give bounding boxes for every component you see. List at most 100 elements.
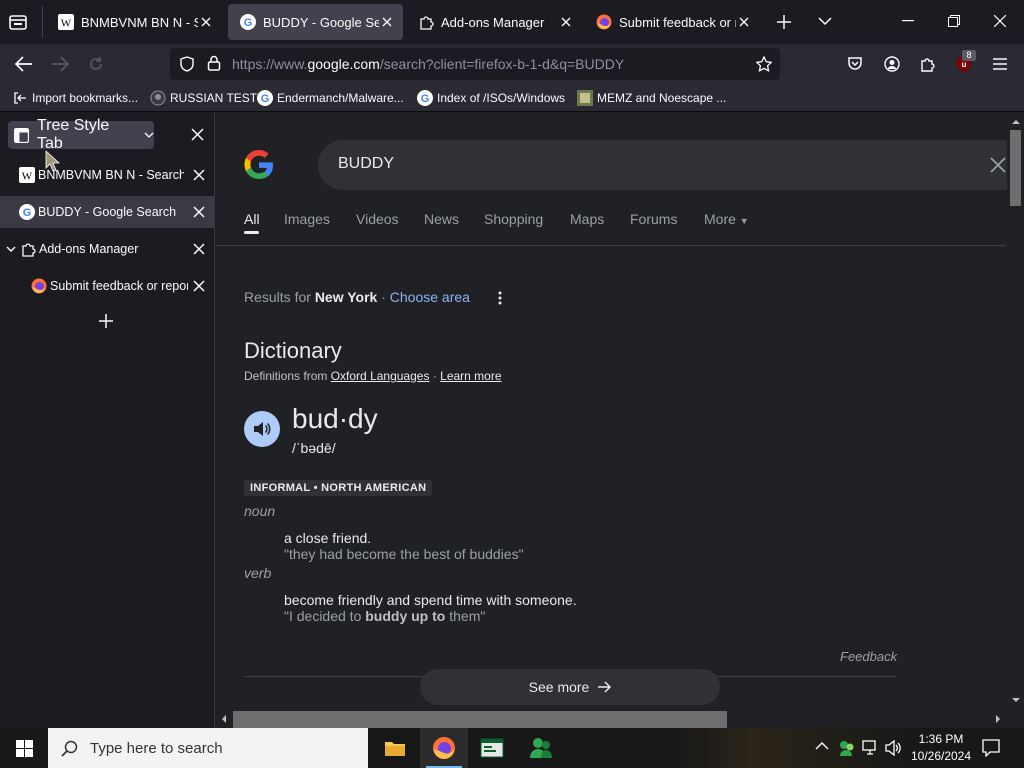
people-app-icon[interactable] xyxy=(517,728,565,768)
tab-title: BNMBVNM BN N - Sea xyxy=(81,14,198,30)
forward-arrow-icon[interactable] xyxy=(51,56,69,72)
vertical-scroll-thumb[interactable] xyxy=(1010,130,1021,206)
bookmark-import[interactable]: Import bookmarks... xyxy=(12,90,138,106)
minimize-icon[interactable] xyxy=(902,20,914,22)
tab-news[interactable]: News xyxy=(424,211,459,227)
close-icon[interactable] xyxy=(198,14,214,30)
sidebar-icon xyxy=(14,127,29,143)
feedback-link[interactable]: Feedback xyxy=(840,649,897,664)
tree-tab-wikipedia[interactable]: W BNMBVNM BN N - Search re xyxy=(0,159,214,191)
register-label: INFORMAL • NORTH AMERICAN xyxy=(244,480,433,496)
horizontal-scrollbar[interactable] xyxy=(216,711,1024,728)
example-sentence: "I decided to buddy up to them" xyxy=(284,608,485,624)
window-close-icon[interactable] xyxy=(994,15,1006,27)
extensions-puzzle-icon[interactable] xyxy=(920,56,936,72)
tree-tab-submit-feedback[interactable]: Submit feedback or report xyxy=(0,270,214,302)
tab-submit-feedback[interactable]: Submit feedback or rep xyxy=(584,4,760,40)
sidebar-close-icon[interactable] xyxy=(191,128,204,141)
sidebar-switcher[interactable]: Tree Style Tab xyxy=(8,117,154,152)
taskbar-clock[interactable]: 1:36 PM 10/26/2024 xyxy=(906,731,976,765)
see-more-button[interactable]: See more xyxy=(420,669,720,705)
oxford-languages-link[interactable]: Oxford Languages xyxy=(331,369,430,383)
search-query[interactable]: BUDDY xyxy=(338,155,394,173)
tree-tab-addons-manager[interactable]: Add-ons Manager xyxy=(0,233,214,265)
notifications-icon[interactable] xyxy=(982,739,1000,757)
tab-wikipedia[interactable]: W BNMBVNM BN N - Sea xyxy=(46,4,222,40)
bookmark-label: Import bookmarks... xyxy=(32,91,139,105)
hamburger-menu-icon[interactable] xyxy=(992,57,1008,71)
scroll-up-arrow-icon[interactable] xyxy=(1012,119,1020,124)
wikipedia-icon: W xyxy=(19,167,35,183)
tab-forums[interactable]: Forums xyxy=(630,211,677,227)
new-tab-plus-icon[interactable] xyxy=(98,313,114,329)
horizontal-scroll-thumb[interactable] xyxy=(233,711,727,728)
network-icon[interactable] xyxy=(862,740,880,756)
taskbar-search-box[interactable]: Type here to search xyxy=(48,728,368,768)
bookmark-star-icon[interactable] xyxy=(756,56,772,72)
firefox-view-icon[interactable] xyxy=(8,12,28,32)
app-window-icon[interactable] xyxy=(468,728,516,768)
tab-all[interactable]: All xyxy=(244,211,260,227)
close-icon[interactable] xyxy=(192,242,206,256)
restore-icon[interactable] xyxy=(948,15,960,27)
tab-google-search[interactable]: G BUDDY - Google Search xyxy=(228,4,403,40)
close-icon[interactable] xyxy=(192,279,206,293)
new-tab-icon[interactable] xyxy=(776,14,792,30)
ublock-origin-icon[interactable]: u 8 xyxy=(955,50,976,73)
close-icon[interactable] xyxy=(379,14,395,30)
close-icon[interactable] xyxy=(192,168,206,182)
back-arrow-icon[interactable] xyxy=(15,56,33,72)
lock-icon[interactable] xyxy=(207,55,221,71)
reload-icon[interactable] xyxy=(88,56,104,72)
scroll-down-arrow-icon[interactable] xyxy=(1012,698,1020,703)
example-bold: buddy up to xyxy=(365,608,446,624)
pocket-icon[interactable] xyxy=(847,56,863,72)
bookmark-endermanch[interactable]: G Endermanch/Malware... xyxy=(257,90,404,106)
sidebar-title: Tree Style Tab xyxy=(37,117,110,152)
pronunciation-button[interactable] xyxy=(244,411,280,447)
windows-start-icon[interactable] xyxy=(0,728,48,768)
scroll-right-arrow-icon[interactable] xyxy=(996,715,1001,723)
firefox-taskbar-icon[interactable] xyxy=(420,728,468,768)
tab-images[interactable]: Images xyxy=(284,211,330,227)
account-icon[interactable] xyxy=(884,56,900,72)
shield-icon[interactable] xyxy=(179,56,195,72)
close-icon[interactable] xyxy=(558,14,574,30)
bookmark-index-isos[interactable]: G Index of /ISOs/Windows xyxy=(417,90,565,106)
search-box[interactable]: BUDDY xyxy=(318,140,1024,190)
tab-addons-manager[interactable]: Add-ons Manager xyxy=(406,4,582,40)
google-icon: G xyxy=(19,204,35,220)
bookmarks-toolbar: Import bookmarks... RUSSIAN TEST G Ender… xyxy=(0,84,1024,112)
twisty-chevron-icon[interactable] xyxy=(6,246,16,253)
show-hidden-icons-chevron-icon[interactable] xyxy=(815,741,829,750)
arrow-right-icon xyxy=(597,681,612,693)
list-tabs-chevron-icon[interactable] xyxy=(818,16,832,26)
vertical-scrollbar[interactable] xyxy=(1007,113,1024,711)
caret-down-icon: ▼ xyxy=(739,216,749,226)
tab-title: BUDDY - Google Search xyxy=(263,14,379,30)
more-options-icon[interactable] xyxy=(498,291,502,305)
volume-icon[interactable] xyxy=(885,740,903,756)
google-icon: G xyxy=(257,90,273,106)
learn-more-link[interactable]: Learn more xyxy=(440,369,501,383)
file-explorer-icon[interactable] xyxy=(371,728,419,768)
tab-title: Submit feedback or rep xyxy=(619,14,736,30)
google-logo-icon[interactable] xyxy=(243,149,275,181)
tab-maps[interactable]: Maps xyxy=(570,211,604,227)
clear-search-icon[interactable] xyxy=(990,157,1006,173)
tab-more[interactable]: More ▼ xyxy=(704,211,749,227)
svg-text:W: W xyxy=(22,171,33,183)
part-of-speech: noun xyxy=(244,503,276,519)
tab-shopping[interactable]: Shopping xyxy=(484,211,543,227)
close-icon[interactable] xyxy=(192,205,206,219)
tray-app-icon[interactable] xyxy=(838,739,856,757)
tree-tab-google-search[interactable]: G BUDDY - Google Search xyxy=(0,196,214,228)
url-bar[interactable]: https://www.google.com/search?client=fir… xyxy=(170,48,780,80)
svg-text:G: G xyxy=(421,93,430,105)
bookmark-russian-test[interactable]: RUSSIAN TEST xyxy=(150,90,257,106)
choose-area-link[interactable]: Choose area xyxy=(390,289,470,305)
bookmark-memz[interactable]: MEMZ and Noescape ... xyxy=(577,90,726,106)
tab-videos[interactable]: Videos xyxy=(356,211,399,227)
scroll-left-arrow-icon[interactable] xyxy=(221,715,226,723)
close-icon[interactable] xyxy=(736,14,752,30)
